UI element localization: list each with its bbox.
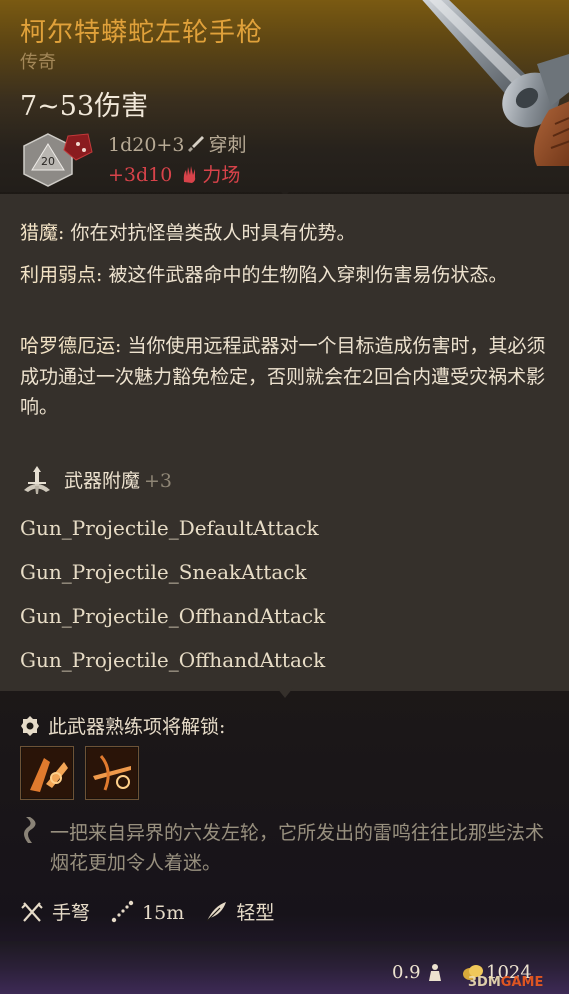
range-dotted-icon <box>111 900 134 923</box>
weight-icon <box>428 964 441 981</box>
quote-mark-icon <box>24 817 36 843</box>
feather-icon <box>206 902 227 922</box>
crossed-swords-icon <box>21 902 43 922</box>
damage-base-dice: 1d20+3 <box>108 134 185 156</box>
weapon-stats: 手弩 15m 轻型 <box>20 898 288 925</box>
enchantment-label: 武器附魔 <box>64 470 141 492</box>
flavor-text: 一把来自异界的六发左轮，它所发出的雷鸣往往比那些法术烟花更加令人着迷。 <box>50 822 545 874</box>
weight-value: 0.9 <box>392 962 421 983</box>
weapon-range: 15m <box>110 900 184 924</box>
passive-name: 利用弱点: <box>20 264 103 286</box>
passive-name: 哈罗德厄运: <box>20 335 122 357</box>
enchantment-bonus: +3 <box>144 470 173 492</box>
watermark-logo: 3DMGAME <box>468 975 543 990</box>
proficiency-label: 此武器熟练项将解锁: <box>48 716 226 738</box>
weight-class-label: 轻型 <box>236 902 275 924</box>
passive-name: 猎魔: <box>20 222 65 244</box>
weapon-type-label: 手弩 <box>52 902 91 924</box>
weight-class: 轻型 <box>204 898 274 925</box>
d20-dice-icon: 20 <box>23 133 93 187</box>
projectile-row: Gun_Projectile_OffhandAttack <box>20 604 326 628</box>
weapon-range-label: 15m <box>142 902 185 924</box>
weapon-enchantment: 武器附魔 +3 <box>20 464 172 498</box>
damage-range: 7~53伤害 <box>20 91 149 122</box>
item-tooltip: 柯尔特蟒蛇左轮手枪 传奇 7~53伤害 20 1d20+3 穿刺 +3d10 力场… <box>0 0 569 994</box>
projectile-row: Gun_Projectile_OffhandAttack <box>20 648 326 672</box>
force-hand-icon <box>184 166 196 183</box>
proficiency-badge-icon <box>21 716 39 736</box>
passive-text: 你在对抗怪兽类敌人时具有优势。 <box>64 222 356 244</box>
projectile-row: Gun_Projectile_DefaultAttack <box>20 516 319 540</box>
item-rarity: 传奇 <box>20 52 56 73</box>
svg-text:20: 20 <box>41 155 55 168</box>
damage-base-line: 1d20+3 穿刺 <box>108 130 246 157</box>
revolver-image <box>422 0 569 166</box>
proficiency-skills <box>20 746 145 800</box>
passive-text: 被这件武器命中的生物陷入穿刺伤害易伤状态。 <box>102 264 508 286</box>
damage-extra-dice: +3d10 <box>108 164 173 186</box>
damage-base-type: 穿刺 <box>208 134 247 156</box>
passives-panel: 猎魔: 你在对抗怪兽类敌人时具有优势。 利用弱点: 被这件武器命中的生物陷入穿刺… <box>0 194 569 691</box>
skill-mark-icon[interactable] <box>20 746 74 800</box>
passive-hunter: 猎魔: 你在对抗怪兽类敌人时具有优势。 <box>20 218 550 249</box>
dagger-icon <box>188 136 205 152</box>
watermark-3dm: 3DM <box>468 975 501 990</box>
skill-crossbow-shot-icon[interactable] <box>85 746 140 800</box>
watermark-game: GAME <box>500 975 544 990</box>
damage-extra-type: 力场 <box>202 164 241 186</box>
weapon-type: 手弩 <box>20 898 90 925</box>
proficiency-header: 此武器熟练项将解锁: <box>20 712 225 739</box>
item-weight: 0.9 <box>392 962 445 983</box>
item-name: 柯尔特蟒蛇左轮手枪 <box>20 18 264 48</box>
passive-doom: 哈罗德厄运: 当你使用远程武器对一个目标造成伤害时，其必须成功通过一次魅力豁免检… <box>20 331 550 423</box>
section-divider-notch <box>277 688 293 698</box>
enchantment-sword-icon <box>24 466 50 494</box>
damage-extra-line: +3d10 力场 <box>108 160 240 187</box>
projectile-row: Gun_Projectile_SneakAttack <box>20 560 307 584</box>
passive-weakness: 利用弱点: 被这件武器命中的生物陷入穿刺伤害易伤状态。 <box>20 260 550 291</box>
